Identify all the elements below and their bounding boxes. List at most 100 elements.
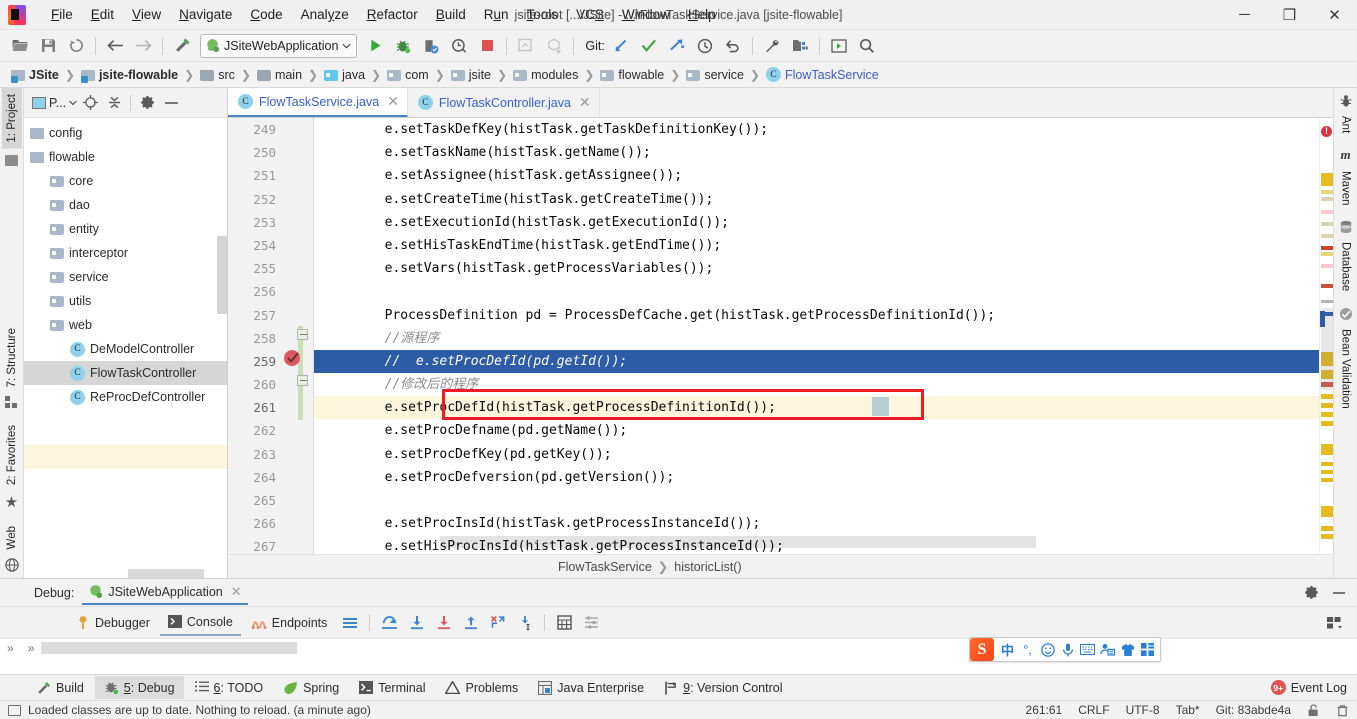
menu-item-window[interactable]: Window	[613, 3, 679, 26]
ime-voice-input-icon[interactable]	[1058, 640, 1077, 659]
hide-panel-icon[interactable]	[1326, 581, 1351, 605]
main-menu[interactable]: File Edit View Navigate Code Analyze Ref…	[42, 3, 725, 26]
tab-console[interactable]: Console	[159, 610, 241, 636]
trash-icon[interactable]	[1336, 704, 1349, 717]
tab-flowtaskservice[interactable]: C FlowTaskService.java ✕	[228, 88, 408, 117]
caret-position[interactable]: 261:61	[1026, 703, 1063, 717]
tree-item-utils[interactable]: utils	[24, 289, 227, 313]
tool-button-java-enterprise[interactable]: Java Enterprise	[529, 677, 653, 699]
close-icon[interactable]: ✕	[231, 584, 242, 600]
collapse-all-icon[interactable]	[103, 92, 125, 114]
git-branch[interactable]: Git: 83abde4a	[1216, 703, 1291, 717]
console-horizontal-scrollbar[interactable]	[41, 642, 298, 654]
save-all-icon[interactable]	[35, 33, 61, 59]
file-encoding[interactable]: UTF-8	[1126, 703, 1160, 717]
code-text-area[interactable]: e.setTaskDefKey(histTask.getTaskDefiniti…	[314, 118, 1319, 554]
soft-wrap-icon[interactable]	[337, 611, 362, 635]
menu-item-run[interactable]: Run	[475, 3, 518, 26]
close-button[interactable]: ✕	[1312, 0, 1357, 30]
tree-item-config[interactable]: config	[24, 121, 227, 145]
menu-item-file[interactable]: File	[42, 3, 82, 26]
git-commit-check-icon[interactable]	[636, 33, 662, 59]
menu-item-refactor[interactable]: Refactor	[358, 3, 427, 26]
step-out-icon[interactable]	[458, 611, 483, 635]
gutter-fold-column[interactable]	[284, 118, 314, 554]
sidebar-item-structure[interactable]: 7: Structure	[2, 322, 22, 393]
expand-right-icon[interactable]: »	[21, 639, 42, 657]
menu-item-vcs[interactable]: VCS	[567, 3, 613, 26]
settings-wrench-icon[interactable]	[759, 33, 785, 59]
gear-icon[interactable]	[136, 92, 158, 114]
hide-panel-icon[interactable]	[160, 92, 182, 114]
menu-item-help[interactable]: Help	[679, 3, 725, 26]
force-step-into-icon[interactable]	[431, 611, 456, 635]
menu-item-view[interactable]: View	[123, 3, 170, 26]
menu-item-edit[interactable]: Edit	[82, 3, 123, 26]
git-push-icon[interactable]	[664, 33, 690, 59]
tree-item-dao[interactable]: dao	[24, 193, 227, 217]
tree-item-core[interactable]: core	[24, 169, 227, 193]
minimize-button[interactable]: ─	[1222, 0, 1267, 30]
event-log-area[interactable]: 9+ Event Log	[1270, 680, 1357, 695]
tab-flowtaskcontroller[interactable]: C FlowTaskController.java ✕	[408, 88, 600, 117]
breadcrumb-item-jsite-flowable[interactable]: jsite-flowable	[78, 66, 181, 84]
layout-settings-icon[interactable]	[1322, 611, 1347, 635]
sidebar-item-database[interactable]: Database	[1336, 236, 1356, 297]
project-tree[interactable]: config flowable core dao entity intercep…	[24, 118, 227, 578]
tree-vertical-scrollbar[interactable]	[217, 236, 227, 314]
tree-item-flowtaskcontroller[interactable]: C FlowTaskController	[24, 361, 227, 385]
project-pane-title[interactable]: P...	[32, 96, 77, 110]
close-icon[interactable]: ✕	[579, 94, 591, 111]
settings-list-icon[interactable]	[579, 611, 604, 635]
tree-horizontal-scrollbar[interactable]	[128, 569, 204, 578]
sogou-ime-toolbar[interactable]: S 中 °,	[969, 637, 1161, 662]
breadcrumb-item-jsite[interactable]: jsite	[448, 66, 494, 84]
navigate-forward-icon[interactable]	[130, 33, 156, 59]
debug-session-tab[interactable]: JSiteWebApplication ✕	[82, 581, 248, 605]
scroll-from-source-icon[interactable]	[79, 92, 101, 114]
indent-setting[interactable]: Tab*	[1176, 703, 1200, 717]
gear-icon[interactable]	[1299, 581, 1324, 605]
menu-item-analyze[interactable]: Analyze	[292, 3, 358, 26]
tab-endpoints[interactable]: Endpoints	[243, 611, 336, 635]
git-history-icon[interactable]	[692, 33, 718, 59]
tree-item-interceptor[interactable]: interceptor	[24, 241, 227, 265]
event-log-label[interactable]: Event Log	[1291, 681, 1347, 695]
tool-button-debug[interactable]: 5: Debug	[94, 676, 184, 699]
evaluate-expression-icon[interactable]	[552, 611, 577, 635]
step-over-icon[interactable]	[377, 611, 402, 635]
tree-item-reprocdefcontroller[interactable]: C ReProcDefController	[24, 385, 227, 409]
error-count-icon[interactable]: !	[1321, 126, 1332, 137]
ime-skin-icon[interactable]	[1118, 640, 1137, 659]
ime-handwriting-icon[interactable]	[1098, 640, 1117, 659]
profiler-icon[interactable]	[446, 33, 472, 59]
breadcrumb-item-main[interactable]: main	[254, 66, 305, 84]
ime-emoji-icon[interactable]	[1038, 640, 1057, 659]
tree-item-flowable[interactable]: flowable	[24, 145, 227, 169]
sogou-logo-icon[interactable]: S	[970, 638, 994, 661]
line-separator[interactable]: CRLF	[1078, 703, 1109, 717]
run-configuration-selector[interactable]: JSiteWebApplication	[200, 33, 358, 58]
menu-item-build[interactable]: Build	[427, 3, 475, 26]
menu-item-code[interactable]: Code	[241, 3, 291, 26]
tree-item-demodelcontroller[interactable]: C DeModelController	[24, 337, 227, 361]
run-to-cursor-icon[interactable]	[512, 611, 537, 635]
sidebar-item-favorites[interactable]: 2: Favorites	[2, 419, 22, 491]
code-editor[interactable]: 249 250 251 252 253 254 255 256 257 258 …	[228, 118, 1333, 554]
tree-item-service[interactable]: service	[24, 265, 227, 289]
run-anything-icon[interactable]	[826, 33, 852, 59]
sidebar-item-project[interactable]: 1: Project	[1, 88, 22, 149]
run-button[interactable]	[362, 33, 388, 59]
breadcrumb-class[interactable]: FlowTaskService	[558, 560, 652, 574]
ime-apps-icon[interactable]	[1138, 640, 1157, 659]
sidebar-item-maven[interactable]: Maven	[1336, 165, 1356, 212]
tool-button-terminal[interactable]: Terminal	[350, 677, 434, 699]
drop-frame-icon[interactable]	[485, 611, 510, 635]
git-update-icon[interactable]	[608, 33, 634, 59]
fold-marker-icon[interactable]	[297, 375, 308, 386]
step-into-icon[interactable]	[404, 611, 429, 635]
lock-icon[interactable]	[1307, 703, 1320, 717]
breadcrumb-item-jsite[interactable]: JSite	[8, 66, 62, 84]
fold-marker-icon[interactable]	[297, 329, 308, 340]
error-stripe-marker-panel[interactable]: !	[1319, 118, 1333, 554]
